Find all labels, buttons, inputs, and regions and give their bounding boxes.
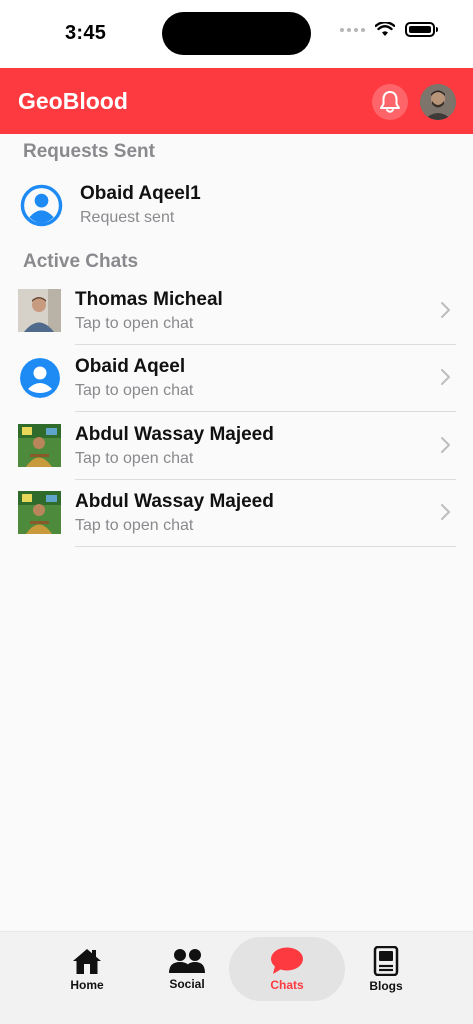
chat-row[interactable]: Abdul Wassay Majeed Tap to open chat (0, 480, 473, 547)
bell-icon (380, 91, 400, 113)
tab-label: Social (169, 976, 205, 991)
chat-row[interactable]: Obaid Aqeel Tap to open chat (0, 345, 473, 412)
requests-section-title: Requests Sent (23, 141, 155, 162)
tab-home[interactable]: Home (29, 937, 145, 1001)
profile-avatar[interactable] (420, 84, 456, 120)
default-user-icon (20, 184, 63, 227)
battery-icon (405, 22, 438, 37)
wifi-icon (375, 22, 395, 36)
notifications-button[interactable] (372, 84, 408, 120)
status-bar: 3:45 (0, 0, 473, 68)
request-status: Request sent (80, 209, 175, 226)
dynamic-island (162, 12, 311, 55)
default-user-icon (20, 358, 60, 398)
chevron-right-icon (441, 369, 450, 385)
chat-row[interactable]: Thomas Micheal Tap to open chat (0, 278, 473, 345)
chat-avatar (18, 289, 61, 332)
people-icon (169, 948, 205, 973)
chat-bubble-icon (271, 947, 303, 974)
signal-icon (340, 27, 365, 32)
request-name: Obaid Aqeel1 (80, 183, 201, 204)
chat-avatar (18, 424, 61, 467)
chat-row[interactable]: Abdul Wassay Majeed Tap to open chat (0, 413, 473, 480)
chat-subtitle: Tap to open chat (75, 315, 194, 332)
tab-blogs[interactable]: Blogs (328, 937, 444, 1001)
request-row[interactable]: Obaid Aqeel1 Request sent (0, 176, 473, 236)
book-icon (373, 945, 399, 976)
status-time: 3:45 (65, 22, 107, 44)
chat-name: Abdul Wassay Majeed (75, 491, 274, 512)
home-icon (73, 948, 101, 974)
tab-social[interactable]: Social (129, 937, 245, 1001)
chat-subtitle: Tap to open chat (75, 382, 194, 399)
chat-name: Abdul Wassay Majeed (75, 424, 274, 445)
tab-label: Chats (270, 977, 304, 992)
status-icons (340, 22, 438, 37)
chat-subtitle: Tap to open chat (75, 517, 194, 534)
chevron-right-icon (441, 504, 450, 520)
tab-label: Blogs (369, 978, 403, 993)
chat-name: Thomas Micheal (75, 289, 223, 310)
chat-name: Obaid Aqeel (75, 356, 186, 377)
row-divider (75, 411, 456, 412)
chats-section-title: Active Chats (23, 251, 139, 272)
chat-avatar (18, 491, 61, 534)
chat-subtitle: Tap to open chat (75, 450, 194, 467)
app-title: GeoBlood (18, 88, 128, 114)
bottom-tab-bar: Home Social Chats Blogs (0, 931, 473, 1024)
row-divider (75, 546, 456, 547)
chevron-right-icon (441, 437, 450, 453)
tab-label: Home (70, 977, 104, 992)
chevron-right-icon (441, 302, 450, 318)
